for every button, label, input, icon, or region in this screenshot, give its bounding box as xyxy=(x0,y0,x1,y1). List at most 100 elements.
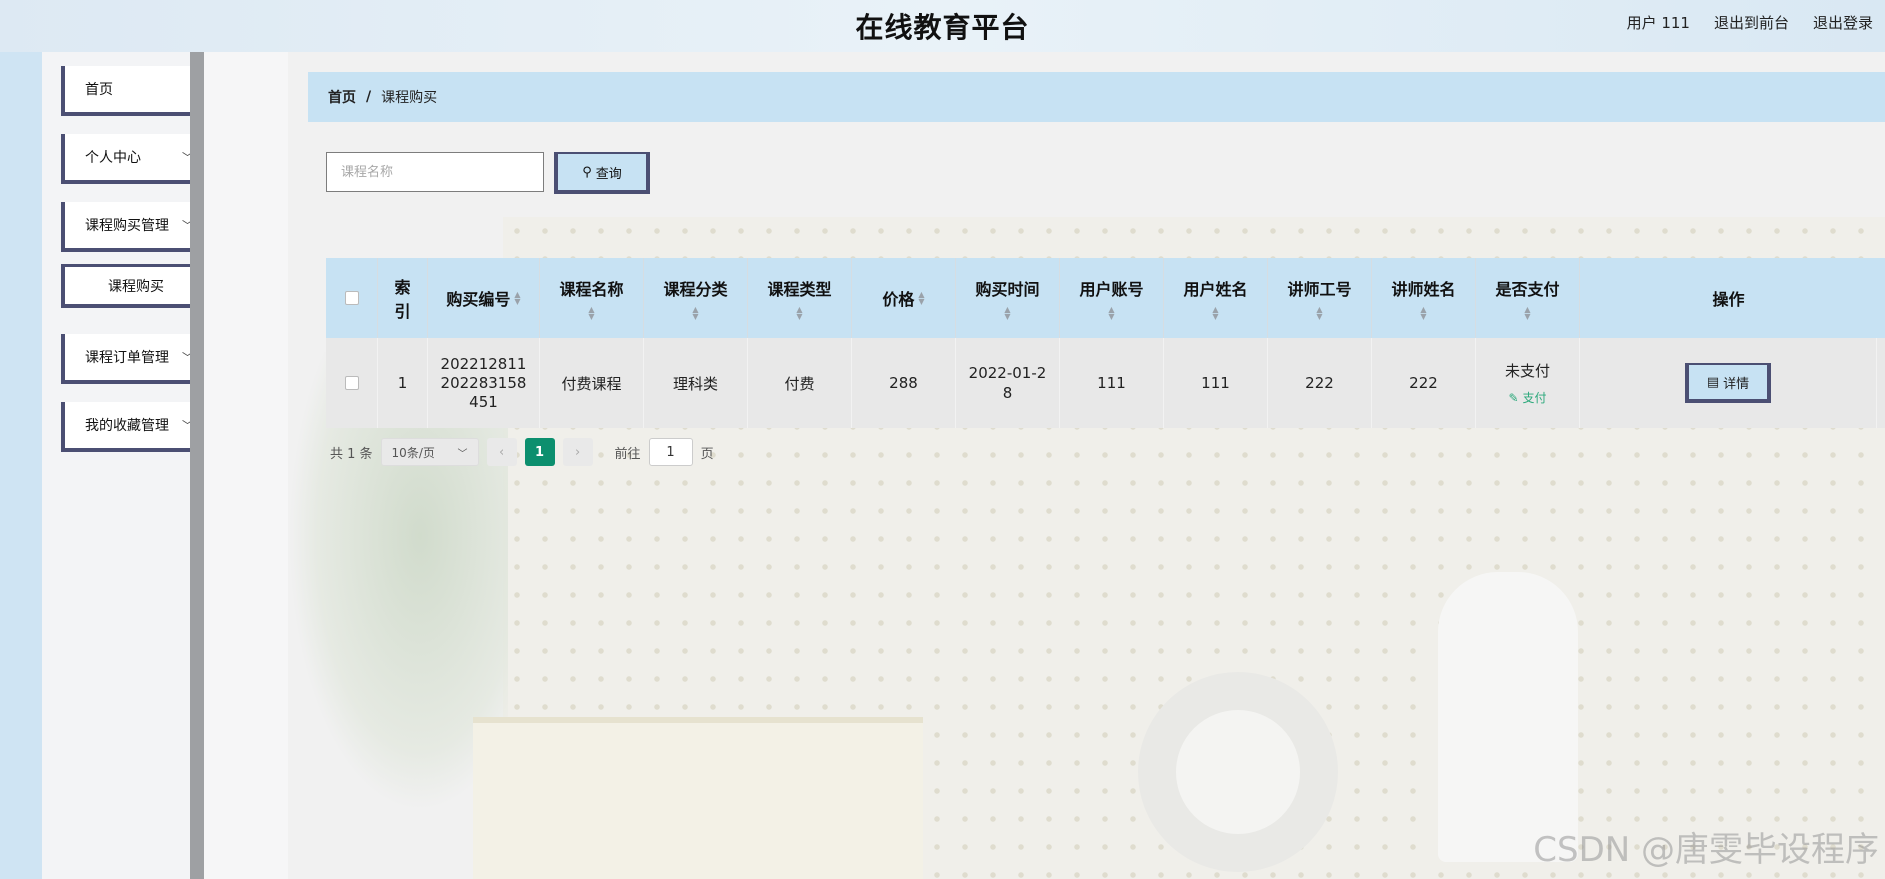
sort-icon[interactable]: ▲ ▼ xyxy=(796,306,802,321)
breadcrumb-separator: / xyxy=(366,89,372,105)
header-user-name[interactable]: 用户姓名 ▲ ▼ xyxy=(1164,258,1268,338)
sort-icon[interactable]: ▲ ▼ xyxy=(588,306,594,321)
column-header-label: 操作 xyxy=(1712,290,1745,309)
cell-text: 202212811 202283158 451 xyxy=(440,354,527,411)
sidebar-item-favorites-management[interactable]: 我的收藏管理 ﹀ xyxy=(61,402,211,452)
header-user-account[interactable]: 用户账号 ▲ ▼ xyxy=(1060,258,1164,338)
sort-icon[interactable]: ▲ ▼ xyxy=(1524,306,1530,321)
cell-operation: ▤ 详情 xyxy=(1580,338,1877,428)
header-purchase-no[interactable]: 购买编号 ▲ ▼ xyxy=(428,258,540,338)
sort-icon[interactable]: ▲ ▼ xyxy=(1212,306,1218,321)
table-row: 1 202212811 202283158 451 付费课程 理科类 付费 28… xyxy=(326,338,1885,428)
watermark: CSDN @唐雯毕设程序 xyxy=(1533,830,1879,870)
app-title: 在线教育平台 xyxy=(855,11,1030,44)
cell-course-name: 付费课程 xyxy=(540,338,644,428)
cell-user-account: 111 xyxy=(1060,338,1164,428)
breadcrumb-home[interactable]: 首页 xyxy=(328,87,356,107)
header-course-name[interactable]: 课程名称 ▲ ▼ xyxy=(540,258,644,338)
user-info: 用户 111 退出到前台 退出登录 xyxy=(1627,12,1873,33)
paid-status-text: 未支付 xyxy=(1504,362,1550,380)
select-all-checkbox[interactable] xyxy=(344,291,359,305)
sort-icon[interactable]: ▲ ▼ xyxy=(1108,306,1114,321)
header-select-all xyxy=(326,258,378,338)
header-category[interactable]: 课程分类 ▲ ▼ xyxy=(644,258,748,338)
sidebar-item-order-management[interactable]: 课程订单管理 ﹀ xyxy=(61,334,211,384)
main-content: 首页 / 课程购买 ⚲ 查询 索引 购买编号 ▲▼ 课程名称 ▲▼ 课程分类 xyxy=(288,52,1885,879)
pagination-total: 共 1 条 xyxy=(330,446,373,462)
cell-text: 2022-01-2 8 xyxy=(968,364,1047,402)
chevron-left-icon: ‹ xyxy=(498,444,505,460)
sidebar-item-label: 我的收藏管理 xyxy=(85,418,169,434)
sort-icon[interactable]: ▲ ▼ xyxy=(514,291,520,306)
goto-page-input[interactable] xyxy=(648,438,693,466)
logout-link[interactable]: 退出登录 xyxy=(1813,12,1873,33)
column-header-label: 讲师工号 xyxy=(1287,280,1352,299)
cell-category: 理科类 xyxy=(644,338,748,428)
front-link[interactable]: 退出到前台 xyxy=(1714,12,1789,33)
sidebar-item-label: 个人中心 xyxy=(85,150,141,166)
goto-suffix: 页 xyxy=(700,446,714,462)
column-header-label: 用户姓名 xyxy=(1183,280,1248,299)
header-operation: 操作 xyxy=(1580,258,1877,338)
sidebar-item-home[interactable]: 首页 xyxy=(61,66,211,116)
sidebar-item-course-purchase[interactable]: 课程购买 xyxy=(61,264,211,308)
purchase-table: 索引 购买编号 ▲ ▼ 课程名称 ▲ ▼ 课程分类 ▲ ▼ 课程类型 ▲ ▼ 价格 ▲ ▼ xyxy=(326,258,1885,428)
column-header-label: 购买编号 xyxy=(446,290,511,309)
background-box xyxy=(473,717,923,879)
page-number-current[interactable]: 1 xyxy=(524,438,555,466)
column-header-label: 课程分类 xyxy=(663,280,728,299)
sidebar-item-label: 课程订单管理 xyxy=(85,350,169,366)
cell-user-name: 111 xyxy=(1164,338,1268,428)
header-paid-status[interactable]: 是否支付 ▲ ▼ xyxy=(1476,258,1580,338)
row-select-cell xyxy=(326,338,378,428)
cell-teacher-no: 222 xyxy=(1268,338,1372,428)
page-size-select[interactable]: 10条/页 ﹀ xyxy=(380,438,479,466)
prev-page-button[interactable]: ‹ xyxy=(486,438,517,466)
cell-index: 1 xyxy=(378,338,428,428)
background-cup xyxy=(1438,572,1578,862)
header-teacher-name[interactable]: 讲师姓名 ▲ ▼ xyxy=(1372,258,1476,338)
column-header-label: 索引 xyxy=(394,278,411,321)
cell-paid-status: 未支付 ✎ 支付 xyxy=(1476,338,1580,428)
next-page-button[interactable]: › xyxy=(562,438,593,466)
top-header: 在线教育平台 用户 111 退出到前台 退出登录 xyxy=(0,0,1885,52)
sidebar: 首页 个人中心 ﹀ 课程购买管理 ﹀ 课程购买 课程订单管理 ﹀ 我的收藏管理 … xyxy=(42,52,211,879)
background-tape xyxy=(1138,672,1338,872)
pagination: 共 1 条 10条/页 ﹀ ‹ 1 › 前往 页 xyxy=(330,438,714,466)
course-name-search-input[interactable] xyxy=(326,152,544,192)
column-header-label: 讲师姓名 xyxy=(1391,280,1456,299)
header-index: 索引 xyxy=(378,258,428,338)
sort-icon[interactable]: ▲ ▼ xyxy=(692,306,698,321)
sort-icon[interactable]: ▲ ▼ xyxy=(918,291,924,306)
user-label: 用户 111 xyxy=(1626,14,1690,32)
sort-icon[interactable]: ▲ ▼ xyxy=(1420,306,1426,321)
column-header-label: 是否支付 xyxy=(1495,280,1560,299)
pay-link[interactable]: ✎ 支付 xyxy=(1509,389,1547,406)
search-button[interactable]: ⚲ 查询 xyxy=(554,152,650,194)
sidebar-divider xyxy=(190,52,204,879)
sort-icon[interactable]: ▲ ▼ xyxy=(1316,306,1322,321)
row-checkbox[interactable] xyxy=(344,376,359,390)
sidebar-item-label: 首页 xyxy=(85,82,113,98)
sidebar-item-purchase-management[interactable]: 课程购买管理 ﹀ xyxy=(61,202,211,252)
search-button-label: 查询 xyxy=(595,166,622,182)
document-icon: ▤ xyxy=(1706,374,1720,390)
header-price[interactable]: 价格 ▲ ▼ xyxy=(852,258,956,338)
header-type[interactable]: 课程类型 ▲ ▼ xyxy=(748,258,852,338)
sort-icon[interactable]: ▲ ▼ xyxy=(1004,306,1010,321)
sidebar-item-personal-center[interactable]: 个人中心 ﹀ xyxy=(61,134,211,184)
header-teacher-no[interactable]: 讲师工号 ▲ ▼ xyxy=(1268,258,1372,338)
left-color-strip xyxy=(0,52,42,879)
sidebar-gap xyxy=(204,52,288,879)
column-header-label: 课程类型 xyxy=(767,280,832,299)
cell-teacher-name: 222 xyxy=(1372,338,1476,428)
chevron-right-icon: › xyxy=(574,444,581,460)
detail-button[interactable]: ▤ 详情 xyxy=(1685,363,1771,403)
detail-button-label: 详情 xyxy=(1723,376,1750,392)
sidebar-item-label: 课程购买管理 xyxy=(85,218,169,234)
chevron-down-icon: ﹀ xyxy=(457,448,468,460)
cell-price: 288 xyxy=(852,338,956,428)
header-purchase-time[interactable]: 购买时间 ▲ ▼ xyxy=(956,258,1060,338)
cell-type: 付费 xyxy=(748,338,852,428)
search-icon: ⚲ xyxy=(582,164,592,180)
